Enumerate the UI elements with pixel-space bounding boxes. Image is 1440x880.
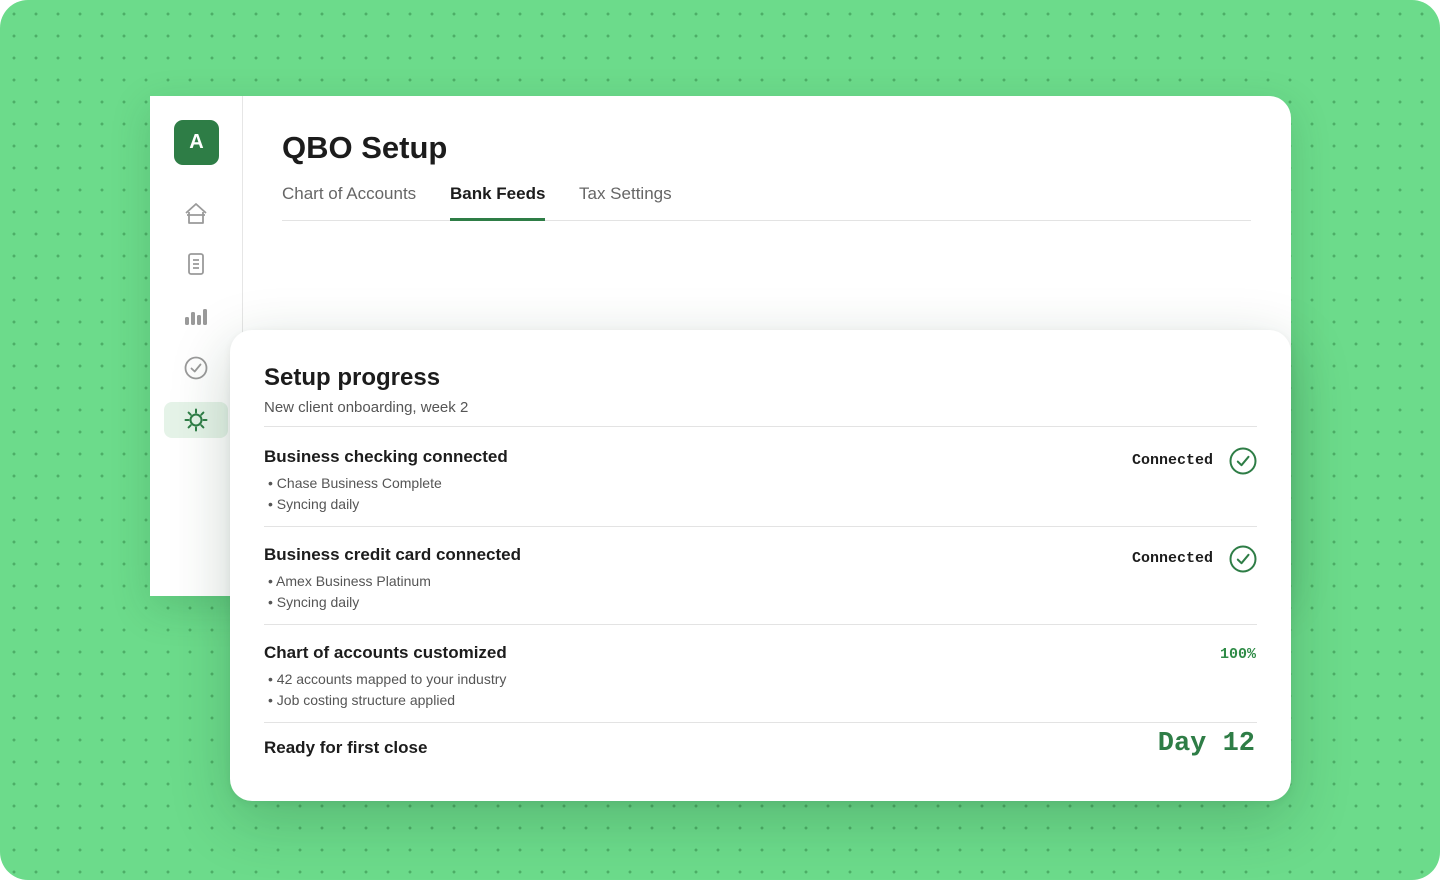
sidebar-item-settings[interactable] bbox=[164, 402, 228, 438]
item-detail: Amex Business Platinum bbox=[264, 571, 1257, 592]
item-title: Business checking connected bbox=[264, 447, 508, 466]
footer-row: Ready for first close Day 12 bbox=[264, 729, 1257, 759]
dotted-background: A QBO Setup Chart of Accounts Bank Feeds… bbox=[0, 0, 1440, 880]
item-detail: Chase Business Complete bbox=[264, 473, 1257, 494]
progress-percent: 100% bbox=[1219, 646, 1256, 663]
sidebar-item-home[interactable] bbox=[164, 196, 228, 232]
item-detail: Syncing daily bbox=[264, 592, 1257, 613]
tab-tax-settings[interactable]: Tax Settings bbox=[579, 184, 672, 220]
tab-bar: Chart of Accounts Bank Feeds Tax Setting… bbox=[282, 184, 1251, 221]
divider bbox=[264, 722, 1257, 723]
avatar[interactable]: A bbox=[174, 120, 219, 165]
sidebar-item-tasks[interactable] bbox=[164, 350, 228, 386]
item-title: Business credit card connected bbox=[264, 545, 521, 564]
check-circle-icon bbox=[1229, 545, 1257, 573]
home-icon bbox=[185, 203, 207, 224]
document-icon bbox=[188, 253, 204, 275]
divider bbox=[264, 526, 1257, 527]
list-item: Chart of accounts customized 42 accounts… bbox=[264, 643, 1257, 711]
status-badge: Connected bbox=[1131, 550, 1213, 567]
page-title: QBO Setup bbox=[282, 130, 448, 165]
sidebar-item-reports[interactable] bbox=[164, 298, 228, 334]
sidebar-item-documents[interactable] bbox=[164, 246, 228, 282]
item-detail: Job costing structure applied bbox=[264, 690, 1257, 711]
card-subtitle: New client onboarding, week 2 bbox=[264, 399, 469, 416]
tab-bank-feeds[interactable]: Bank Feeds bbox=[450, 184, 546, 221]
list-item: Business checking connected Chase Busine… bbox=[264, 447, 1257, 515]
gear-icon bbox=[184, 408, 208, 432]
bar-chart-icon bbox=[185, 309, 207, 325]
divider bbox=[264, 426, 1257, 427]
list-item: Business credit card connected Amex Busi… bbox=[264, 545, 1257, 613]
item-detail: Syncing daily bbox=[264, 494, 1257, 515]
check-circle-icon bbox=[1229, 447, 1257, 475]
setup-progress-card: Setup progress New client onboarding, we… bbox=[230, 330, 1291, 801]
footer-label: Ready for first close bbox=[264, 738, 428, 757]
item-detail: 42 accounts mapped to your industry bbox=[264, 669, 1257, 690]
day-counter: Day 12 bbox=[1157, 729, 1255, 759]
item-title: Chart of accounts customized bbox=[264, 643, 507, 662]
divider bbox=[264, 624, 1257, 625]
check-circle-icon bbox=[184, 356, 208, 380]
status-badge: Connected bbox=[1131, 452, 1213, 469]
card-title: Setup progress bbox=[264, 364, 441, 391]
tab-chart-of-accounts[interactable]: Chart of Accounts bbox=[282, 184, 416, 220]
